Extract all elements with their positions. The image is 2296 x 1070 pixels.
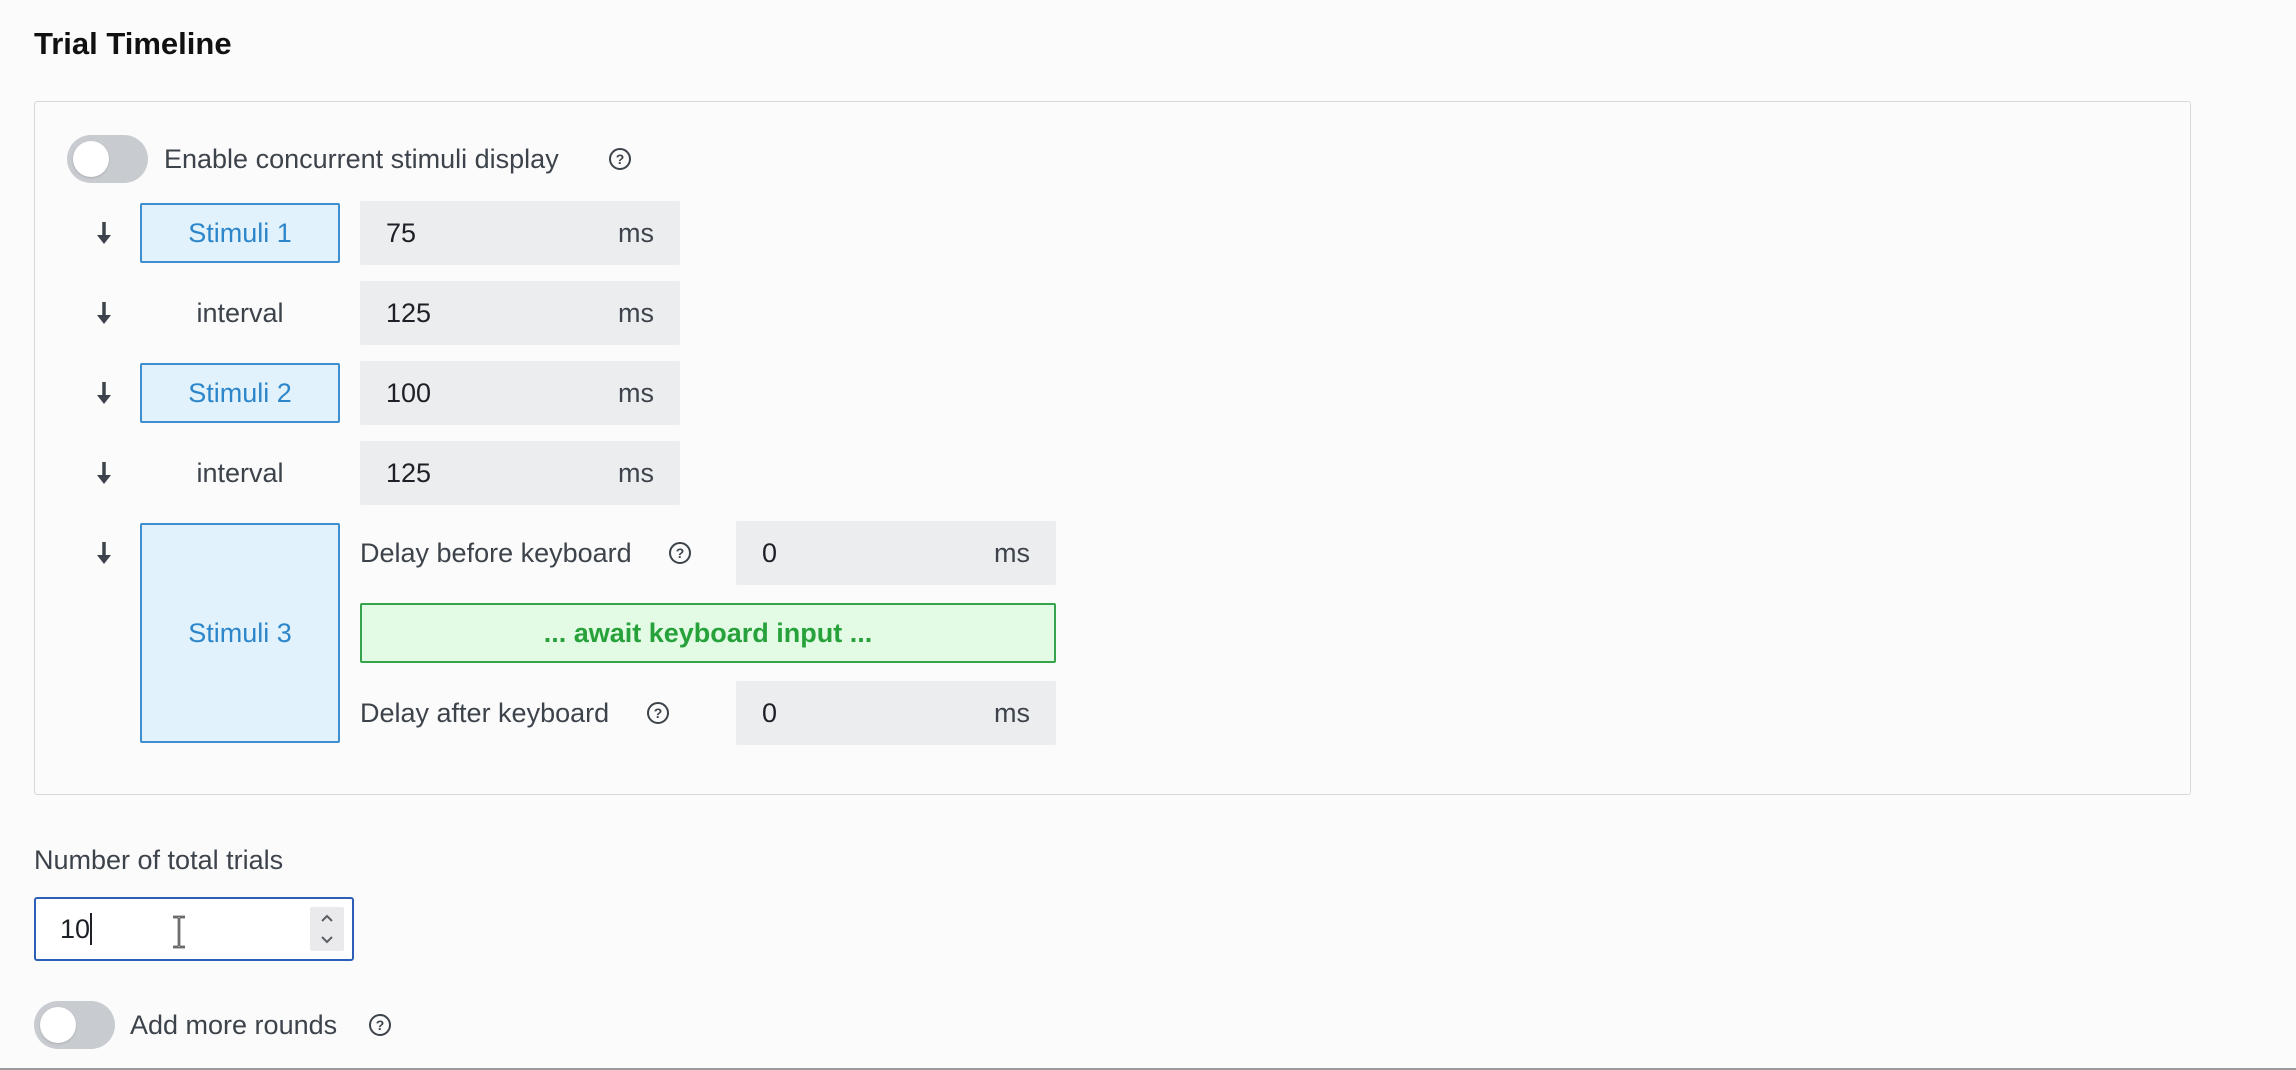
unit-label: ms — [618, 218, 654, 248]
more-rounds-toggle[interactable] — [34, 1001, 115, 1049]
arrow-down-icon — [97, 462, 111, 484]
number-spinner[interactable] — [310, 907, 344, 951]
await-keyboard-input-label: ... await keyboard input ... — [543, 617, 873, 648]
delay-before-keyboard-label: Delay before keyboard — [360, 538, 632, 568]
delay-after-keyboard-label: Delay after keyboard — [360, 698, 610, 728]
await-keyboard-input-block: ... await keyboard input ... — [360, 603, 1056, 663]
delay-before-keyboard-value: 0 — [762, 538, 778, 568]
question-circle-icon[interactable]: ? — [369, 1014, 391, 1036]
interval-1-duration-input[interactable]: 125 ms — [360, 281, 680, 345]
stimulus-3-label: Stimuli 3 — [188, 617, 292, 648]
stimulus-2-duration-input[interactable]: 100 ms — [360, 361, 680, 425]
delay-after-keyboard-input[interactable]: 0 ms — [736, 681, 1056, 745]
arrow-down-icon — [97, 222, 111, 244]
section-title: Trial Timeline — [34, 26, 232, 61]
toggle-knob — [73, 141, 109, 177]
question-circle-icon[interactable]: ? — [609, 148, 631, 170]
concurrent-stimuli-toggle[interactable] — [67, 135, 148, 183]
interval-2-duration-input[interactable]: 125 ms — [360, 441, 680, 505]
total-trials-label: Number of total trials — [34, 845, 284, 875]
stimulus-2-duration-value: 100 — [386, 378, 432, 408]
stimulus-1-label: Stimuli 1 — [188, 217, 292, 248]
unit-label: ms — [994, 698, 1030, 728]
unit-label: ms — [618, 378, 654, 408]
arrow-down-icon — [97, 542, 111, 564]
interval-2-duration-value: 125 — [386, 458, 432, 488]
arrow-down-icon — [97, 302, 111, 324]
total-trials-value: 10 — [60, 914, 91, 944]
stimulus-1-duration-input[interactable]: 75 ms — [360, 201, 680, 265]
arrow-down-icon — [97, 382, 111, 404]
stimulus-2-label: Stimuli 2 — [188, 377, 292, 408]
stimulus-1-duration-value: 75 — [386, 218, 417, 248]
question-circle-icon[interactable]: ? — [647, 702, 669, 724]
interval-2-label: interval — [196, 457, 284, 488]
interval-1-duration-value: 125 — [386, 298, 432, 328]
chevron-up-icon[interactable] — [310, 907, 344, 929]
unit-label: ms — [618, 458, 654, 488]
toggle-knob — [40, 1007, 76, 1043]
delay-before-keyboard-input[interactable]: 0 ms — [736, 521, 1056, 585]
interval-1-label: interval — [196, 297, 284, 328]
trial-timeline-panel — [34, 101, 2191, 795]
question-circle-icon[interactable]: ? — [669, 542, 691, 564]
unit-label: ms — [618, 298, 654, 328]
stimulus-1-button[interactable]: Stimuli 1 — [140, 203, 340, 263]
delay-after-keyboard-value: 0 — [762, 698, 778, 728]
text-caret — [90, 913, 92, 945]
chevron-down-icon[interactable] — [310, 929, 344, 951]
stimulus-2-button[interactable]: Stimuli 2 — [140, 363, 340, 423]
concurrent-stimuli-label: Enable concurrent stimuli display — [164, 144, 559, 174]
unit-label: ms — [994, 538, 1030, 568]
stimulus-3-button[interactable]: Stimuli 3 — [140, 523, 340, 743]
more-rounds-label: Add more rounds — [130, 1010, 338, 1040]
total-trials-input[interactable]: 10 — [34, 897, 354, 961]
text-cursor-icon — [173, 915, 185, 949]
